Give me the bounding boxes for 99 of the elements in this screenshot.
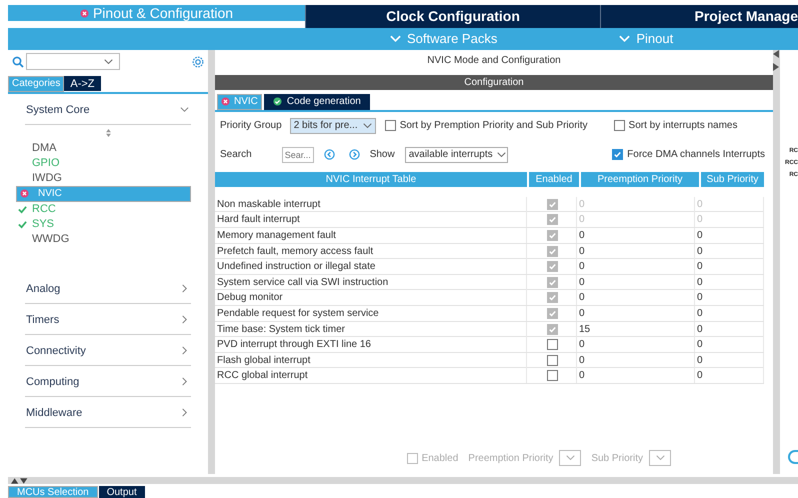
table-cell: Flash global interrupt [215,352,527,368]
chevron-right-icon [180,284,189,294]
field-label: Sub Priority [591,452,643,464]
error-icon [20,189,29,198]
chevron-right-icon [180,346,189,356]
table-cell: 0 [695,274,764,290]
sub-priority-dropdown[interactable] [649,450,671,466]
next-icon[interactable] [348,149,360,160]
chevron-down-icon [656,455,664,462]
table-cell: 0 [695,228,764,243]
chevron-down-icon [496,152,506,158]
chevron-down-icon [180,105,189,114]
checkbox[interactable] [612,149,624,160]
field-label: Preemption Priority [468,452,554,464]
category-header[interactable]: Analog [25,274,191,304]
show-dropdown[interactable]: available interrupts [404,146,508,163]
chevron-down-icon [566,455,575,462]
table-cell: 0 [695,322,764,337]
category-header[interactable]: Middleware [25,398,191,428]
column-header: NVIC Interrupt Table [215,172,527,187]
preemption-dropdown[interactable] [559,450,582,466]
table-cell: 0 [695,212,764,228]
peripheral-item[interactable]: WWDG [16,232,191,247]
table-cell: System service call via SWI instruction [215,274,527,290]
table-cell: 15 [577,322,695,337]
chevron-down-icon [362,122,372,129]
error-icon [80,8,89,18]
collapse-arrows-icon[interactable] [773,50,779,72]
table-cell: Memory management fault [215,228,527,243]
config-tab[interactable]: Code generation [264,94,370,110]
checkbox[interactable] [547,339,558,350]
main-tab[interactable]: Clock Configuration [305,5,600,28]
table-cell: 0 [695,352,764,368]
table-cell: Undefined instruction or illegal state [215,259,527,274]
view-tab[interactable]: A->Z [64,76,101,91]
table-cell: 0 [695,368,764,384]
table-cell: 0 [577,244,695,259]
table-cell: Pendable request for system service [215,306,527,321]
checkbox-label: Enabled [422,452,458,464]
table-cell: PVD interrupt through EXTI line 16 [215,337,527,352]
zoom-button[interactable] [788,450,798,464]
table-cell: 0 [695,196,764,212]
table-cell: 0 [577,290,695,306]
category-header[interactable]: Connectivity [25,336,191,366]
error-icon [221,97,230,106]
table-cell: Time base: System tick timer [215,322,527,337]
table-cell: 0 [577,306,695,321]
field-label: Priority Group [220,120,282,132]
table-cell: Prefetch fault, memory access fault [215,244,527,259]
previous-icon[interactable] [324,149,335,160]
table-cell: RCC global interrupt [215,368,527,384]
chevron-right-icon [180,377,189,386]
table-cell: 0 [577,274,695,290]
search-field[interactable]: Sear... [282,146,314,163]
checkbox[interactable] [614,120,625,132]
table-cell: 0 [577,212,695,228]
table-cell: 0 [577,196,695,212]
chevron-down-icon [619,34,630,43]
table-cell: 0 [695,337,764,352]
chevron-down-icon [104,59,113,66]
category-header[interactable]: Computing [25,368,191,397]
sort-icon[interactable] [106,128,110,137]
table-cell: 0 [695,244,764,259]
category-header[interactable]: System Core [25,96,191,125]
bottom-tab[interactable]: Output [98,486,145,498]
column-header: Enabled [529,172,579,187]
table-cell: 0 [577,337,695,352]
peripheral-item[interactable]: IWDG [16,170,191,186]
main-tab[interactable]: Project Manage [600,5,798,28]
section-header: Configuration [215,74,773,90]
column-header: Sub Priority [701,172,764,187]
checkbox[interactable] [406,452,418,464]
table-cell: Debug monitor [215,290,527,306]
chevron-right-icon [180,315,189,324]
chevron-down-icon [390,34,401,43]
column-header: Preemption Priority [581,172,699,187]
priority-group-dropdown[interactable]: 2 bits for pre... [290,118,376,134]
settings-icon[interactable] [191,54,205,69]
table-cell: 0 [577,228,695,243]
search-combo[interactable] [26,53,120,70]
table-cell: 0 [577,368,695,384]
table-cell: 0 [695,259,764,274]
table-cell: 0 [577,259,695,274]
peripheral-item[interactable]: DMA [16,140,191,156]
checkbox[interactable] [384,120,396,132]
check-circle-icon [272,97,282,106]
table-cell: Hard fault interrupt [215,212,527,228]
panel-title: NVIC Mode and Configuration [426,54,562,68]
table-cell: Non maskable interrupt [215,196,527,212]
checkbox[interactable] [547,354,558,366]
category-header[interactable]: Timers [25,306,191,335]
table-cell: 0 [695,290,764,306]
table-cell: 0 [577,352,695,368]
search-icon [12,56,24,68]
field-label: Show [370,149,395,160]
checkbox[interactable] [547,370,558,382]
chevron-right-icon [180,408,189,418]
field-label: Search [220,149,252,160]
table-cell: 0 [695,306,764,321]
